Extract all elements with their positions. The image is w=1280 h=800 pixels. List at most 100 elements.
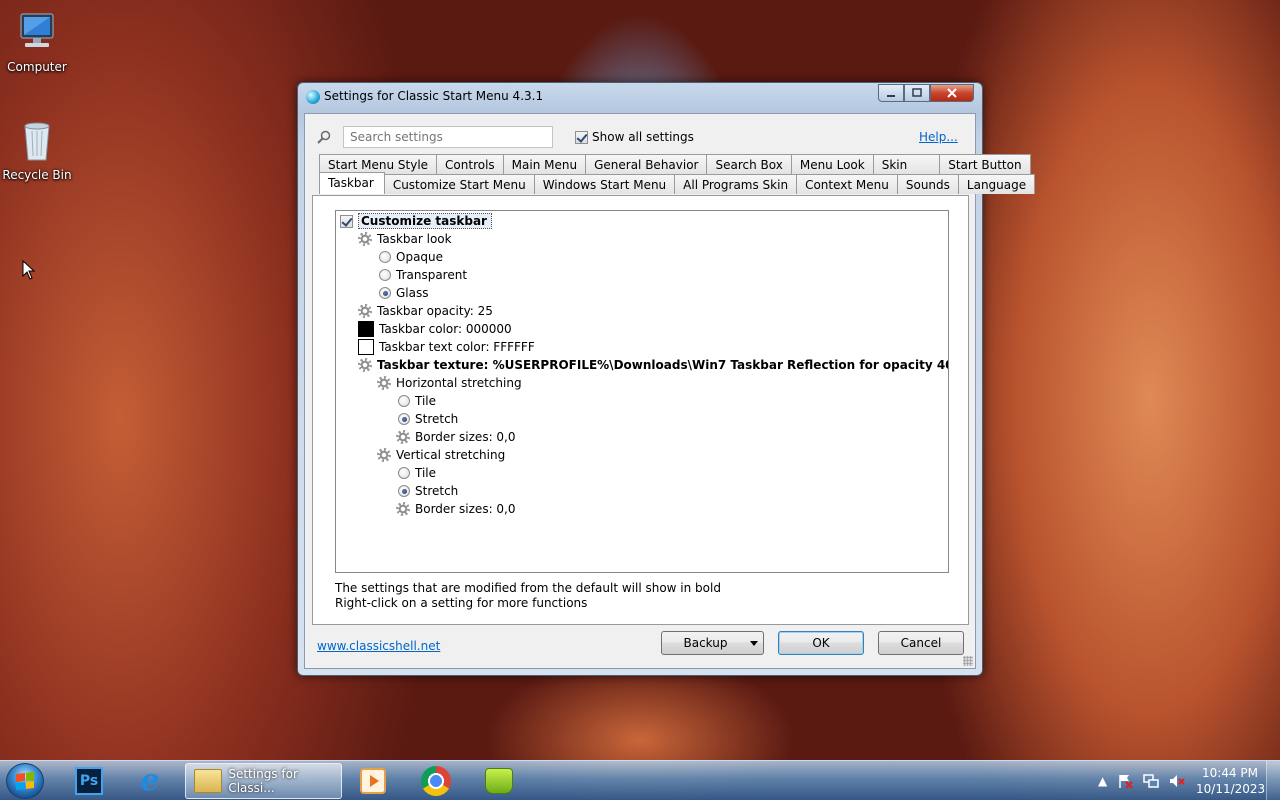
tree-item-label: Taskbar text color: FFFFFF (379, 340, 535, 354)
tree-item-taskbar-text-color[interactable]: Taskbar text color: FFFFFF (358, 338, 535, 356)
radio-button-selected[interactable] (379, 287, 391, 299)
radio-button-selected[interactable] (398, 485, 410, 497)
tab-language[interactable]: Language (957, 174, 1036, 194)
desktop-icon-computer[interactable]: Computer (0, 8, 74, 74)
color-swatch-white[interactable] (358, 339, 374, 355)
tree-item-h-stretch[interactable]: Stretch (398, 410, 458, 428)
cancel-button[interactable]: Cancel (878, 631, 964, 655)
tree-item-label: Vertical stretching (396, 448, 506, 462)
tree-item-label: Opaque (396, 250, 444, 264)
maximize-icon (912, 88, 922, 97)
tab-search-box[interactable]: Search Box (706, 154, 792, 174)
taskbar-photoshop[interactable]: Ps (60, 763, 118, 799)
tab-main-menu[interactable]: Main Menu (502, 154, 587, 174)
gear-icon (396, 430, 410, 444)
tree-item-transparent[interactable]: Transparent (379, 266, 467, 284)
minimize-button[interactable] (878, 84, 904, 102)
maximize-button[interactable] (904, 84, 930, 102)
tree-item-taskbar-look[interactable]: Taskbar look (358, 230, 452, 248)
tab-start-button[interactable]: Start Button (939, 154, 1031, 174)
show-all-settings-checkbox[interactable]: Show all settings (575, 130, 694, 144)
show-hidden-icons-icon[interactable]: ▲ (1098, 774, 1107, 788)
tree-item-taskbar-opacity[interactable]: Taskbar opacity: 25 (358, 302, 493, 320)
clock-time: 10:44 PM (1202, 766, 1258, 780)
gear-icon (358, 304, 372, 318)
system-clock[interactable]: 10:44 PM 10/11/2023 (1196, 765, 1265, 797)
close-button[interactable] (930, 84, 974, 102)
tab-controls[interactable]: Controls (436, 154, 504, 174)
search-input[interactable] (343, 126, 553, 148)
tree-item-v-tile[interactable]: Tile (398, 464, 436, 482)
tree-item-v-stretch[interactable]: Stretch (398, 482, 458, 500)
color-swatch-black[interactable] (358, 321, 374, 337)
title-bar[interactable]: Settings for Classic Start Menu 4.3.1 (298, 83, 982, 111)
backup-button[interactable]: Backup (661, 631, 764, 655)
tree-item-label: Taskbar opacity: 25 (377, 304, 493, 318)
tab-customize-start-menu[interactable]: Customize Start Menu (383, 174, 535, 194)
ok-button[interactable]: OK (778, 631, 864, 655)
folder-icon (194, 769, 223, 793)
windows-logo-icon (16, 772, 34, 790)
resize-grip-icon[interactable] (963, 656, 973, 666)
tree-item-horizontal-stretching[interactable]: Horizontal stretching (377, 374, 522, 392)
start-button[interactable] (6, 763, 44, 799)
radio-button[interactable] (398, 467, 410, 479)
tree-item-taskbar-color[interactable]: Taskbar color: 000000 (358, 320, 512, 338)
tree-item-glass[interactable]: Glass (379, 284, 429, 302)
taskbar-task-label: Settings for Classi... (228, 767, 298, 795)
tree-item-label: Stretch (415, 412, 459, 426)
minimize-icon (887, 95, 895, 97)
tree-item-taskbar-texture[interactable]: Taskbar texture: %USERPROFILE%\Downloads… (358, 356, 948, 374)
gear-icon (377, 376, 391, 390)
mouse-cursor-icon (22, 259, 36, 283)
radio-button[interactable] (379, 269, 391, 281)
tree-item-label: Glass (396, 286, 429, 300)
tab-all-programs-skin[interactable]: All Programs Skin (674, 174, 798, 194)
checkbox[interactable] (340, 214, 353, 228)
volume-muted-icon[interactable] (1169, 773, 1185, 789)
tab-taskbar[interactable]: Taskbar (319, 172, 385, 194)
radio-button-selected[interactable] (398, 413, 410, 425)
show-desktop-button[interactable] (1266, 761, 1280, 800)
desktop-icon-recycle-bin[interactable]: Recycle Bin (0, 116, 74, 182)
tab-general-behavior[interactable]: General Behavior (585, 154, 708, 174)
taskbar-media-player[interactable] (344, 763, 402, 799)
tree-item-h-border-sizes[interactable]: Border sizes: 0,0 (396, 428, 516, 446)
system-tray: ▲ (1098, 761, 1185, 800)
gear-icon (396, 502, 410, 516)
tab-menu-look[interactable]: Menu Look (790, 154, 874, 174)
classicshell-website-link[interactable]: www.classicshell.net (317, 639, 440, 653)
tree-item-h-tile[interactable]: Tile (398, 392, 436, 410)
tab-windows-start-menu[interactable]: Windows Start Menu (533, 174, 676, 194)
dropdown-arrow-icon (750, 641, 758, 646)
tree-item-label: Transparent (396, 268, 468, 282)
tab-sounds[interactable]: Sounds (896, 174, 959, 194)
gear-icon (358, 358, 372, 372)
taskbar-task-settings[interactable]: Settings for Classi... (185, 763, 342, 799)
radio-button[interactable] (398, 395, 410, 407)
tab-context-menu[interactable]: Context Menu (796, 174, 898, 194)
tab-start-menu-style[interactable]: Start Menu Style (319, 154, 438, 174)
internet-explorer-icon: e (140, 763, 160, 798)
settings-tree[interactable]: Customize taskbar Taskbar look Opaque Tr… (335, 210, 949, 573)
taskbar-internet-explorer[interactable]: e (121, 763, 179, 799)
radio-button[interactable] (379, 251, 391, 263)
tab-row-1: Start Menu Style Controls Main Menu Gene… (319, 154, 1031, 174)
backup-button-label: Backup (683, 636, 728, 650)
tree-item-opaque[interactable]: Opaque (379, 248, 443, 266)
checkbox[interactable] (575, 130, 588, 144)
green-app-icon (485, 768, 513, 794)
tree-item-customize-taskbar[interactable]: Customize taskbar (340, 212, 492, 230)
tab-skin[interactable]: Skin (872, 154, 941, 174)
action-center-flag-icon[interactable] (1117, 773, 1133, 789)
taskbar: Ps e Settings for Classi... ▲ 10:44 PM 1… (0, 760, 1280, 800)
tree-item-v-border-sizes[interactable]: Border sizes: 0,0 (396, 500, 516, 518)
help-link[interactable]: Help... (919, 130, 958, 144)
taskbar-green-app[interactable] (470, 763, 528, 799)
desktop-icon-label: Computer (7, 60, 67, 74)
tree-item-vertical-stretching[interactable]: Vertical stretching (377, 446, 505, 464)
taskbar-chrome[interactable] (407, 763, 465, 799)
network-icon[interactable] (1143, 773, 1159, 789)
media-player-icon (360, 768, 386, 794)
classic-shell-icon (306, 90, 320, 104)
